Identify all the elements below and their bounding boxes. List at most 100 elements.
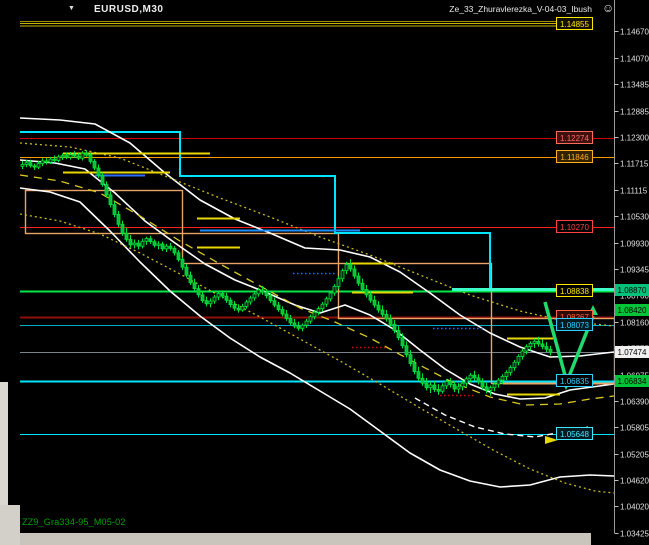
candlestick [100,175,105,185]
candlestick [408,354,413,364]
candlestick [232,304,237,309]
window-frame-bottom [0,533,591,545]
candlestick [500,376,505,381]
candlestick [308,316,313,322]
candlestick [452,384,457,390]
axis-tick-label: 1.11715 [620,160,649,169]
candlestick [184,266,189,276]
price-level-label-text: 1.05648 [560,430,589,439]
window-menu-arrow-icon[interactable]: ▼ [68,5,75,12]
candlestick [320,303,325,310]
candlestick [356,275,361,284]
candlestick [196,288,201,296]
axis-tick-label: 1.04620 [620,477,649,486]
candlestick [260,289,265,293]
candlestick [540,343,545,348]
candlestick [140,240,145,247]
candlestick [368,294,373,301]
candlestick [332,285,337,294]
env-lower-yellow-dotted [19,213,614,494]
candlestick [164,245,169,250]
candlestick [276,304,281,310]
candlestick [288,318,293,324]
axis-tick-label: 1.09345 [620,266,649,275]
candlestick [488,387,493,391]
candlestick [496,379,501,385]
candlestick [316,308,321,313]
candlestick [336,278,341,287]
candlestick [548,348,553,353]
axis-tick-label: 1.11115 [620,187,648,196]
axis-tick-label: 1.14670 [620,28,649,37]
price-chart: 1.148551.122741.118461.102701.088381.082… [19,0,649,539]
axis-tick-label: 1.05205 [620,451,649,460]
candlestick [180,259,185,268]
candlestick [400,337,405,347]
candlestick [512,361,517,368]
candlestick [264,291,269,297]
price-level-label-text: 1.08838 [560,287,589,296]
candlestick [40,160,45,164]
candlestick [172,247,177,254]
price-level-label-text: 1.14855 [560,20,589,29]
candlestick [52,158,57,161]
candlestick [328,292,333,300]
axis-tick-label: 1.09930 [620,240,649,249]
candlestick [72,154,77,157]
candlestick [396,330,401,339]
candlestick [352,268,357,277]
axis-price-badge-text: 1.06834 [618,377,647,386]
candlestick [508,367,513,373]
window-frame-corner [0,505,20,545]
candlestick [256,289,261,295]
candlestick [108,194,113,206]
candlestick [436,389,441,392]
candlestick [80,152,85,159]
price-level-label-text: 1.06835 [560,377,589,386]
candlestick [360,282,365,290]
candlestick [32,165,37,168]
candlestick [76,155,81,159]
candlestick [228,299,233,306]
candlestick [504,372,509,377]
candlestick [300,324,305,329]
candlestick [36,163,41,168]
candlestick [536,340,541,345]
candlestick [208,300,213,305]
candlestick [388,318,393,325]
candlestick [156,243,161,246]
candlestick [188,274,193,284]
price-level-label-text: 1.10270 [560,223,589,232]
candlestick [284,313,289,319]
candlestick [312,311,317,318]
candlestick [428,384,433,389]
candlestick [48,158,53,163]
candlestick [468,374,473,380]
candlestick [492,383,497,389]
candlestick [104,184,109,196]
candlestick [92,160,97,169]
candlestick [204,300,209,305]
axis-tick-label: 1.13485 [620,81,649,90]
candlestick [392,323,397,331]
candlestick [124,232,129,240]
candlestick [132,242,137,246]
price-level-label-text: 1.12274 [560,134,589,143]
candlestick [268,295,273,302]
candlestick [484,386,489,391]
candlestick [448,381,453,385]
candlestick [144,238,149,242]
candlestick [340,270,345,280]
candlestick [480,381,485,388]
candlestick [380,309,385,315]
candlestick [404,345,409,356]
axis-tick-label: 1.06390 [620,398,649,407]
candlestick [216,293,221,298]
indicator-watermark: ZZ9_Gra334-95_M05-02 [22,517,126,527]
price-level-label-text: 1.08073 [560,321,589,330]
candlestick [520,350,525,357]
candlestick [28,162,33,167]
candlestick [68,154,73,158]
candlestick [20,164,25,167]
candlestick [248,297,253,303]
